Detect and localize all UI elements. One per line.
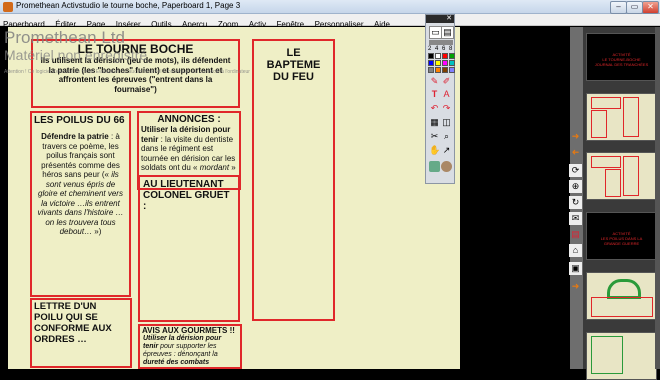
pen-icon[interactable]: ✎ — [429, 76, 440, 87]
maximize-button[interactable]: ▭ — [626, 1, 643, 14]
watermark-note: Attention ! Ce logiciel s'exécute en mod… — [4, 69, 250, 75]
handwriting-icon[interactable]: A — [441, 89, 452, 100]
scissors-icon[interactable]: ✂ — [429, 131, 440, 142]
toolbox-close-icon[interactable]: ✕ — [426, 15, 454, 23]
home-icon[interactable]: ⌂ — [569, 244, 582, 257]
clock-icon[interactable] — [441, 161, 452, 172]
gourmets-text: Utiliser la dérision pour tenir pour sup… — [140, 335, 240, 367]
redo-icon[interactable]: ↷ — [441, 103, 452, 114]
grid-icon[interactable]: ▦ — [429, 117, 440, 128]
highlighter-icon[interactable]: ✐ — [441, 76, 452, 87]
thumbnail-4-text: ACTIVITÉ LES POILUS DANS LA GRANDE GUERR… — [600, 231, 643, 246]
poilus-text: Défendre la patrie : à travers ce poème,… — [32, 132, 129, 237]
bapteme-title: LE BAPTEME DU FEU — [266, 47, 321, 83]
poilus-title: LES POILUS DU 66 — [34, 115, 125, 126]
text-icon[interactable]: T — [429, 89, 440, 100]
magnifier-icon[interactable]: ⌕ — [441, 131, 452, 142]
app-icon — [3, 2, 13, 12]
thumbnail-2-box — [623, 97, 639, 137]
annonces-text: Utiliser la dérision pour tenir : la vis… — [139, 125, 239, 173]
camera-icon[interactable] — [429, 161, 440, 172]
flipchart-page[interactable]: LE TOURNE BOCHE Ils utilisent la dérisio… — [8, 27, 460, 369]
thumbnail-4[interactable]: ACTIVITÉ LES POILUS DANS LA GRANDE GUERR… — [586, 212, 657, 260]
zoom-icon[interactable]: ⊕ — [569, 180, 582, 193]
color-swatch[interactable] — [428, 53, 434, 59]
thumbnail-6-box — [591, 336, 623, 374]
thumbnail-1-text: ACTIVITÉ LE TOURNE-BOCHE JOURNAL DES TRA… — [594, 52, 649, 67]
lieutenant-box[interactable]: AU LIEUTENANT COLONEL GRUET : — [138, 175, 240, 322]
thumbnail-2-box — [591, 97, 621, 109]
reveal-icon[interactable]: ◫ — [441, 117, 452, 128]
poilus-text2: ») — [92, 227, 102, 236]
thumbnail-2-box — [591, 110, 607, 138]
thumbnail-6[interactable] — [586, 332, 657, 380]
color-swatch[interactable] — [442, 60, 448, 66]
thumbnail-1[interactable]: ACTIVITÉ LE TOURNE-BOCHE JOURNAL DES TRA… — [586, 33, 657, 81]
color-swatch[interactable] — [449, 60, 455, 66]
thumbnail-3-box — [623, 156, 639, 196]
tool-icon[interactable]: ▤ — [569, 228, 582, 241]
side-toolbar[interactable]: ➜ ➜ ⟳ ⊕ ↻ ✉ ▤ ⌂ ▣ ➜ — [568, 130, 584, 300]
main-toolbox[interactable]: ✕ ▭ ▤ 2 4 6 8 ✎ ✐ T A ↶ ↷ ▦ ◫ ✂ ⌕ ✋ ↗ — [425, 14, 455, 184]
thumbnail-3-box — [591, 156, 621, 168]
color-swatch[interactable] — [428, 67, 434, 73]
mail-icon[interactable]: ✉ — [569, 212, 582, 225]
color-swatch[interactable] — [428, 60, 434, 66]
pen-width-numbers: 2 4 6 8 — [428, 46, 454, 52]
color-swatch[interactable] — [442, 67, 448, 73]
thumbnail-3[interactable] — [586, 152, 657, 200]
page-icon[interactable]: ▤ — [441, 26, 454, 39]
annonces-title: ANNONCES : — [157, 114, 221, 125]
gourmets-title: AVIS AUX GOURMETS !! — [142, 326, 235, 335]
menu-bar: Paperboard Éditer Page Insérer Outils Ap… — [0, 14, 660, 29]
lettre-box[interactable]: LETTRE D'UN POILU QUI SE CONFORME AUX OR… — [30, 298, 132, 368]
thumbnail-3-box — [605, 169, 621, 197]
page-thumbnails[interactable]: ACTIVITÉ LE TOURNE-BOCHE JOURNAL DES TRA… — [583, 27, 660, 380]
lieutenant-title: AU LIEUTENANT COLONEL GRUET : — [143, 179, 230, 212]
thumbnails-scrollbar[interactable] — [655, 27, 660, 369]
undo-icon[interactable]: ↶ — [429, 103, 440, 114]
gourmets-box[interactable]: AVIS AUX GOURMETS !! Utiliser la dérisio… — [138, 324, 242, 369]
color-swatch[interactable] — [435, 60, 441, 66]
color-swatch[interactable] — [449, 67, 455, 73]
watermark-subtitle: Matériel non enregistré — [4, 47, 148, 63]
color-swatch[interactable] — [442, 53, 448, 59]
hand-icon[interactable]: ✋ — [429, 145, 440, 156]
dark-canvas-area — [460, 27, 570, 369]
minimize-button[interactable]: – — [610, 1, 627, 14]
thumbnail-2[interactable] — [586, 93, 657, 141]
lettre-title: LETTRE D'UN POILU QUI SE CONFORME AUX OR… — [34, 301, 112, 345]
thumbnail-5-box — [591, 297, 653, 317]
left-margin — [0, 27, 8, 369]
pen-width-bar[interactable] — [429, 40, 453, 45]
annonces-text2: » — [229, 163, 236, 172]
annonces-italic: mordant — [199, 163, 230, 172]
window-title: Promethean Activstudio le tourne boche, … — [16, 1, 241, 10]
poilus-lead: Défendre la patrie — [41, 132, 109, 141]
gourmets-bold: dureté des combats — [143, 359, 210, 366]
watermark-title: Promethean Ltd — [4, 28, 125, 47]
refresh-icon[interactable]: ⟳ — [569, 164, 582, 177]
next-arrow-icon[interactable]: ➜ — [569, 280, 582, 293]
thumbnail-5[interactable] — [586, 272, 657, 320]
color-swatch[interactable] — [435, 53, 441, 59]
color-swatch[interactable] — [449, 53, 455, 59]
poilus-italic: ils sont venus épris de gloire et chemin… — [37, 170, 124, 236]
bapteme-box[interactable]: LE BAPTEME DU FEU — [252, 39, 335, 321]
thumbnail-5-arc — [607, 279, 641, 299]
color-swatch[interactable] — [435, 67, 441, 73]
save-icon[interactable]: ▣ — [569, 262, 582, 275]
poilus-box[interactable]: LES POILUS DU 66 Défendre la patrie : à … — [30, 111, 131, 297]
arrow-left-icon[interactable]: ➜ — [569, 146, 582, 159]
arrow-icon[interactable]: ↗ — [441, 145, 452, 156]
title-bar: Promethean Activstudio le tourne boche, … — [0, 0, 660, 14]
arrow-right-icon[interactable]: ➜ — [569, 130, 582, 143]
close-button[interactable]: ✕ — [642, 1, 659, 14]
rotate-icon[interactable]: ↻ — [569, 196, 582, 209]
